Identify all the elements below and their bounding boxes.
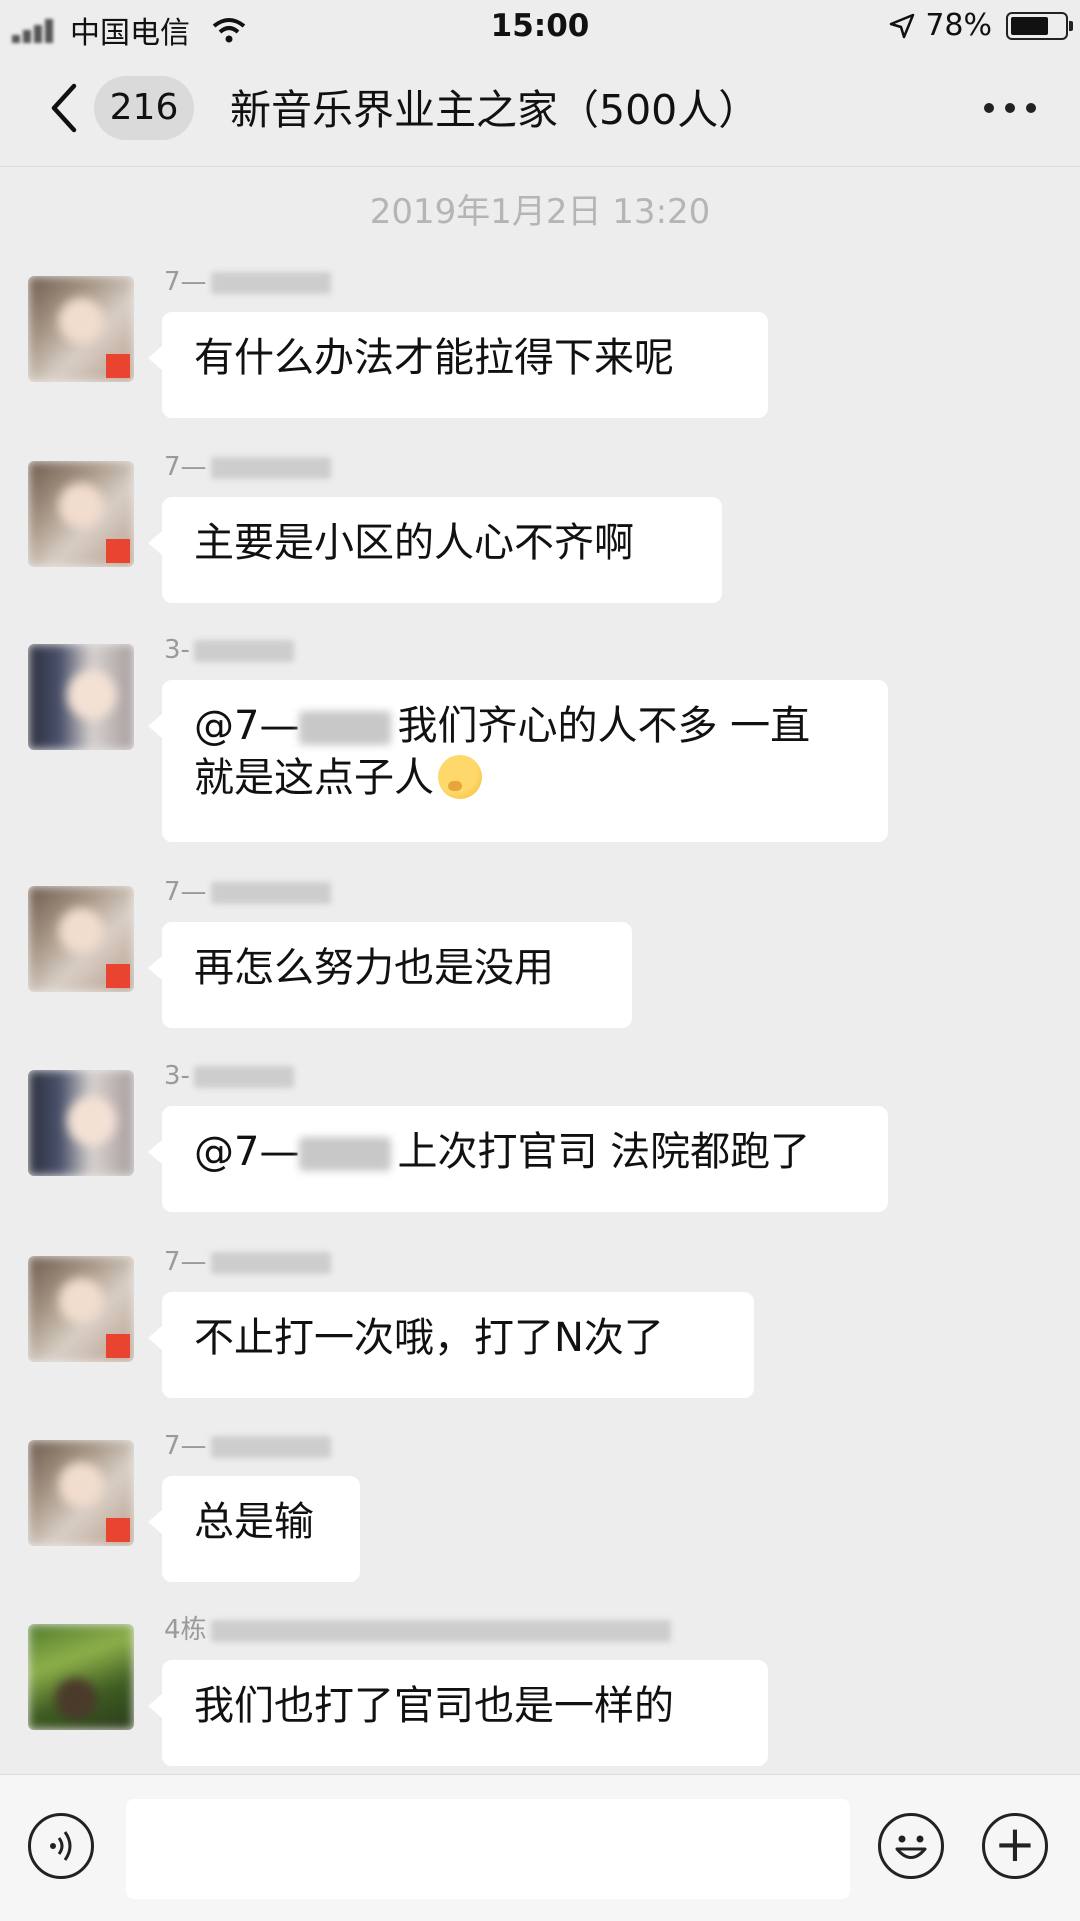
message-bubble[interactable]: 有什么办法才能拉得下来呢 (148, 312, 768, 418)
mention[interactable]: @7— (194, 1129, 299, 1175)
sender-name: 7— (164, 874, 331, 910)
sender-name: 7— (164, 1244, 331, 1280)
battery-icon (1006, 11, 1073, 40)
status-bar: 中国电信 15:00 78% (0, 0, 1080, 54)
location-arrow-icon (890, 13, 915, 38)
avatar[interactable] (28, 461, 134, 567)
avatar[interactable] (28, 1256, 134, 1362)
mention-redacted (299, 1137, 392, 1171)
message-bubble[interactable]: 再怎么努力也是没用 (148, 922, 632, 1028)
voice-icon[interactable] (28, 1813, 94, 1879)
avatar[interactable] (28, 276, 134, 382)
sender-name: 7— (164, 264, 331, 300)
more-options-icon[interactable] (984, 100, 1036, 116)
battery-fill (1011, 16, 1048, 35)
avatar[interactable] (28, 1624, 134, 1730)
sender-name: 7— (164, 449, 331, 485)
unread-count-badge[interactable]: 216 (94, 76, 194, 140)
chat-title: 新音乐界业主之家（500人） (230, 86, 760, 134)
message-bubble[interactable]: 总是输 (148, 1476, 360, 1582)
avatar[interactable] (28, 1070, 134, 1176)
message-input[interactable] (126, 1799, 850, 1899)
message-bubble[interactable]: @7— 我们齐心的人不多 一直 就是这点子人 (148, 680, 888, 842)
message-text: 上次打官司 法院都跑了 (397, 1129, 811, 1175)
message-bubble[interactable]: 我们也打了官司也是一样的 (148, 1660, 768, 1766)
mention-redacted (299, 711, 392, 745)
plus-icon[interactable]: + (982, 1813, 1048, 1879)
sender-name: 4栋 (164, 1612, 671, 1648)
sender-name: 7— (164, 1428, 331, 1464)
back-chevron-icon[interactable] (46, 80, 82, 136)
message-bubble[interactable]: @7— 上次打官司 法院都跑了 (148, 1106, 888, 1212)
thinking-face-emoji-icon (438, 755, 482, 799)
message-text: 我们齐心的人不多 一直 (397, 703, 811, 749)
status-right: 78% (889, 8, 1073, 43)
battery-percent: 78% (925, 8, 992, 43)
chat-header: 216 新音乐界业主之家（500人） (0, 54, 1080, 167)
message-timestamp: 2019年1月2日 13:20 (369, 192, 711, 232)
sender-name: 3- (164, 1058, 294, 1094)
avatar[interactable] (28, 644, 134, 750)
avatar[interactable] (28, 886, 134, 992)
avatar[interactable] (28, 1440, 134, 1546)
message-text: 就是这点子人 (194, 755, 434, 801)
sender-name: 3- (164, 632, 294, 668)
message-bubble[interactable]: 不止打一次哦，打了N次了 (148, 1292, 754, 1398)
emoji-icon[interactable] (878, 1813, 944, 1879)
input-bar: + (0, 1774, 1080, 1921)
message-bubble[interactable]: 主要是小区的人心不齐啊 (148, 497, 722, 603)
mention[interactable]: @7— (194, 703, 299, 749)
